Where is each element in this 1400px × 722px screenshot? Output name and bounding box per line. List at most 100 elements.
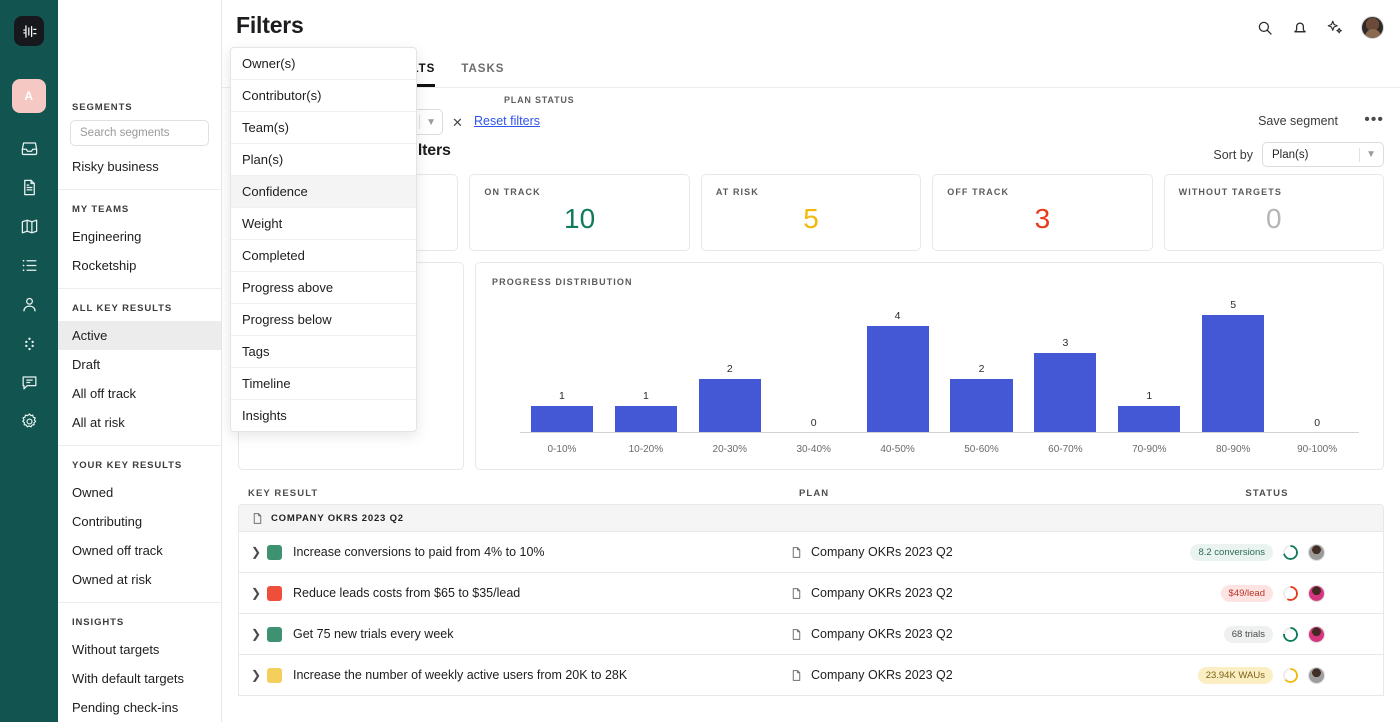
- chart-bar-column[interactable]: 1: [1107, 299, 1191, 433]
- user-avatar[interactable]: [1361, 16, 1384, 39]
- workspace-avatar[interactable]: A: [12, 79, 46, 113]
- sidebar-item-owned-at-risk[interactable]: Owned at risk: [58, 565, 221, 594]
- chart-bar[interactable]: [866, 325, 929, 433]
- chart-bar[interactable]: [614, 406, 677, 433]
- sparkle-icon[interactable]: [1326, 19, 1344, 37]
- avatar[interactable]: [1308, 584, 1325, 602]
- filter-menu-item-completed[interactable]: Completed: [231, 240, 416, 272]
- inbox-icon[interactable]: [18, 137, 40, 159]
- filter-menu-item-owner-s[interactable]: Owner(s): [231, 48, 416, 80]
- avatar[interactable]: [1308, 625, 1325, 643]
- chart-bar-column[interactable]: 3: [1023, 299, 1107, 433]
- chart-bar-column[interactable]: 2: [940, 299, 1024, 433]
- filter-menu-item-confidence[interactable]: Confidence: [231, 176, 416, 208]
- filter-menu-item-progress-below[interactable]: Progress below: [231, 304, 416, 336]
- filter-menu-item-team-s[interactable]: Team(s): [231, 112, 416, 144]
- stat-card-off-track[interactable]: OFF TRACK 3: [932, 174, 1153, 251]
- document-icon[interactable]: [18, 176, 40, 198]
- progress-ring: [1283, 626, 1298, 642]
- search-segments-input[interactable]: [70, 120, 209, 146]
- chart-bar-column[interactable]: 5: [1191, 299, 1275, 433]
- remove-filter-icon[interactable]: ✕: [452, 115, 463, 131]
- sidebar-heading-my-teams: MY TEAMS: [72, 204, 130, 215]
- filter-menu-item-contributor-s[interactable]: Contributor(s): [231, 80, 416, 112]
- plan-status-label: PLAN STATUS: [504, 95, 575, 105]
- sidebar-item-all-at-risk[interactable]: All at risk: [58, 408, 221, 437]
- sidebar-item-all-off-track[interactable]: All off track: [58, 379, 221, 408]
- sidebar-item-without-targets[interactable]: Without targets: [58, 635, 221, 664]
- brand-logo-icon[interactable]: [14, 16, 44, 46]
- expand-chevron-icon[interactable]: ❯: [251, 586, 267, 600]
- app-icon-rail: A: [0, 0, 58, 722]
- stat-card-at-risk[interactable]: AT RISK 5: [700, 174, 922, 251]
- table-group-header[interactable]: COMPANY OKRS 2023 Q2: [238, 504, 1384, 532]
- key-result-name[interactable]: Reduce leads costs from $65 to $35/lead: [293, 586, 790, 600]
- sidebar-item-with-default-targets[interactable]: With default targets: [58, 664, 221, 693]
- expand-chevron-icon[interactable]: ❯: [251, 545, 267, 559]
- chart-bar-column[interactable]: 0: [1275, 299, 1359, 433]
- sidebar-item-contributing[interactable]: Contributing: [58, 507, 221, 536]
- sort-by-label: Sort by: [1213, 147, 1253, 162]
- filter-menu-item-timeline[interactable]: Timeline: [231, 368, 416, 400]
- reset-filters-link[interactable]: Reset filters: [474, 114, 540, 128]
- table-row[interactable]: ❯ Get 75 new trials every week Company OKR…: [238, 614, 1384, 655]
- chevron-down-icon[interactable]: ▼: [426, 117, 436, 128]
- chart-bar-column[interactable]: 2: [688, 299, 772, 433]
- gear-icon[interactable]: [18, 410, 40, 432]
- expand-chevron-icon[interactable]: ❯: [251, 668, 267, 682]
- chart-bar[interactable]: [530, 406, 593, 433]
- tab-tasks[interactable]: TASKS: [461, 63, 504, 87]
- avatar[interactable]: [1308, 543, 1325, 561]
- sidebar-item-owned-off-track[interactable]: Owned off track: [58, 536, 221, 565]
- filter-menu-item-insights[interactable]: Insights: [231, 400, 416, 431]
- save-segment-button[interactable]: Save segment: [1258, 114, 1338, 128]
- key-result-name[interactable]: Increase conversions to paid from 4% to …: [293, 545, 790, 559]
- person-icon[interactable]: [18, 293, 40, 315]
- chart-x-tick: 40-50%: [880, 444, 915, 455]
- map-icon[interactable]: [18, 215, 40, 237]
- list-icon[interactable]: [18, 254, 40, 276]
- sidebar-item-risky-business[interactable]: Risky business: [58, 152, 221, 181]
- chart-bar[interactable]: [1034, 352, 1097, 433]
- sidebar-item-rocketship[interactable]: Rocketship: [58, 251, 221, 280]
- plan-cell[interactable]: Company OKRs 2023 Q2: [790, 586, 1145, 600]
- plan-cell[interactable]: Company OKRs 2023 Q2: [790, 545, 1145, 559]
- stat-card-without-targets[interactable]: WITHOUT TARGETS 0: [1163, 174, 1385, 251]
- plan-cell[interactable]: Company OKRs 2023 Q2: [790, 668, 1145, 682]
- chart-bar-column[interactable]: 1: [520, 299, 604, 433]
- sidebar-item-active[interactable]: Active: [58, 321, 221, 350]
- more-options-button[interactable]: •••: [1364, 112, 1384, 128]
- chat-icon[interactable]: [18, 371, 40, 393]
- search-icon[interactable]: [1256, 19, 1274, 37]
- filter-menu-item-progress-above[interactable]: Progress above: [231, 272, 416, 304]
- sidebar-item-owned[interactable]: Owned: [58, 478, 221, 507]
- chart-bar[interactable]: [950, 379, 1013, 433]
- sidebar-item-draft[interactable]: Draft: [58, 350, 221, 379]
- table-row[interactable]: ❯ Increase the number of weekly active us…: [238, 655, 1384, 696]
- select-divider: [419, 115, 421, 129]
- avatar[interactable]: [1308, 666, 1325, 684]
- chart-bar-column[interactable]: 1: [604, 299, 688, 433]
- chart-bar[interactable]: [1202, 315, 1265, 433]
- key-result-name[interactable]: Increase the number of weekly active use…: [293, 668, 790, 682]
- chart-bar[interactable]: [698, 379, 761, 433]
- grid-dots-icon[interactable]: [18, 332, 40, 354]
- expand-chevron-icon[interactable]: ❯: [251, 627, 267, 641]
- plan-cell[interactable]: Company OKRs 2023 Q2: [790, 627, 1145, 641]
- sort-by-select[interactable]: Plan(s) ▼: [1262, 142, 1384, 167]
- stat-card-on-track[interactable]: ON TRACK 10: [469, 174, 690, 251]
- chart-bar-column[interactable]: 4: [856, 299, 940, 433]
- chart-bar-column[interactable]: 0: [772, 299, 856, 433]
- sidebar-item-engineering[interactable]: Engineering: [58, 222, 221, 251]
- table-row[interactable]: ❯ Increase conversions to paid from 4% to…: [238, 532, 1384, 573]
- bell-icon[interactable]: [1291, 19, 1309, 37]
- key-result-name[interactable]: Get 75 new trials every week: [293, 627, 790, 641]
- sidebar-item-pending-check-ins[interactable]: Pending check-ins: [58, 693, 221, 722]
- chevron-down-icon[interactable]: ▼: [1366, 149, 1376, 160]
- chart-bar[interactable]: [1118, 406, 1181, 433]
- filter-dropdown-menu[interactable]: Owner(s) Contributor(s) Team(s) Plan(s) Conf…: [230, 47, 417, 432]
- table-row[interactable]: ❯ Reduce leads costs from $65 to $35/lead…: [238, 573, 1384, 614]
- filter-menu-item-plan-s[interactable]: Plan(s): [231, 144, 416, 176]
- filter-menu-item-tags[interactable]: Tags: [231, 336, 416, 368]
- filter-menu-item-weight[interactable]: Weight: [231, 208, 416, 240]
